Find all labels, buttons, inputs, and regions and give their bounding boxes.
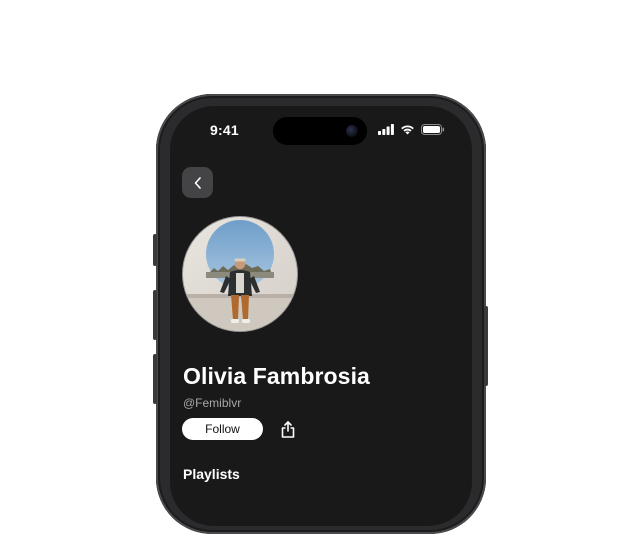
chevron-left-icon <box>194 176 201 189</box>
cellular-signal-icon <box>378 124 394 135</box>
share-icon <box>281 420 295 438</box>
profile-handle: @Femiblvr <box>183 396 242 410</box>
back-button[interactable] <box>182 167 213 198</box>
phone-screen: 9:41 Olivia Fambrosia @Femiblvr Follow P… <box>170 106 472 526</box>
wifi-icon <box>401 125 414 135</box>
front-camera <box>346 125 358 137</box>
power-button <box>484 306 488 386</box>
status-icons <box>378 124 445 135</box>
share-button[interactable] <box>279 419 297 439</box>
status-time: 9:41 <box>210 122 239 138</box>
volume-up-button <box>153 290 157 340</box>
profile-avatar <box>182 216 298 332</box>
profile-photo <box>183 217 297 331</box>
dynamic-island <box>273 117 367 145</box>
profile-name: Olivia Fambrosia <box>183 363 370 389</box>
volume-down-button <box>153 354 157 404</box>
follow-button[interactable]: Follow <box>182 418 263 440</box>
action-button <box>153 234 157 266</box>
battery-icon <box>421 124 445 135</box>
